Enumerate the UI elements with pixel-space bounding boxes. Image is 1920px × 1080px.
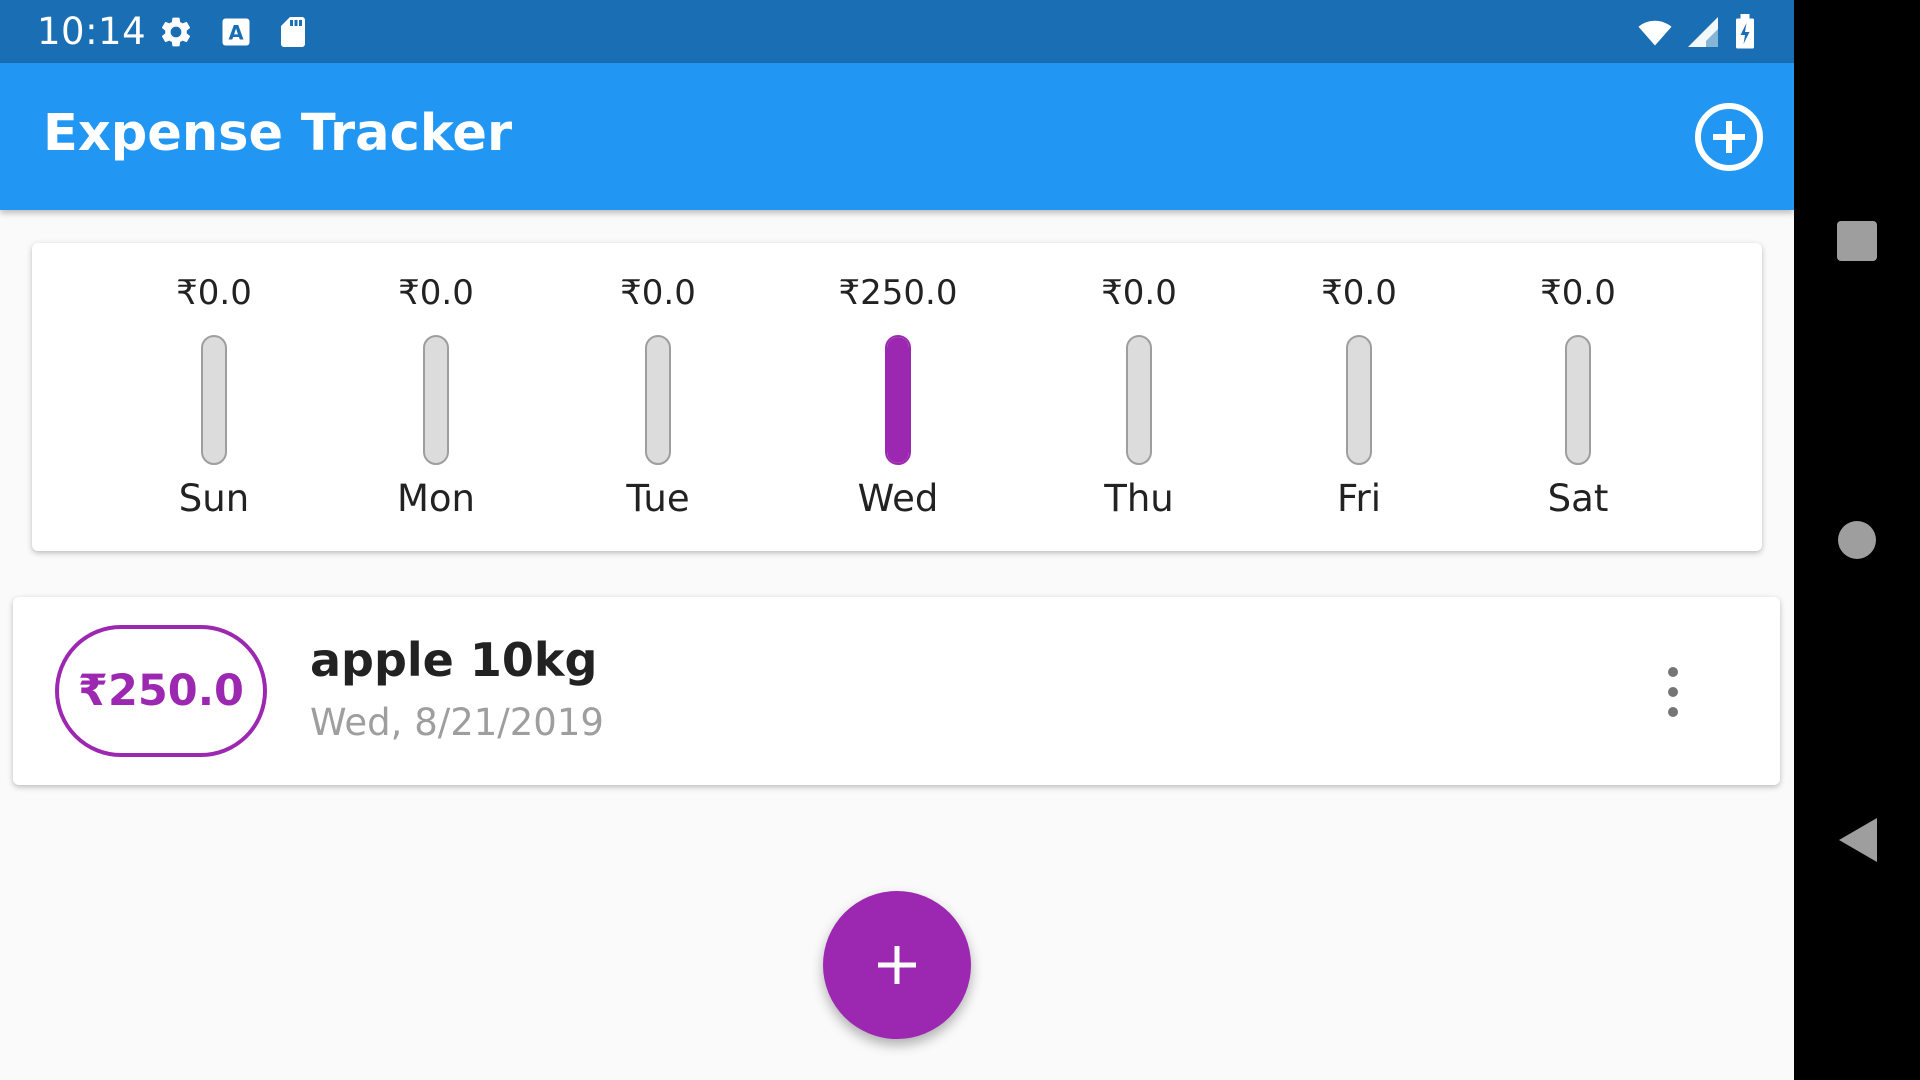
a-notification-icon: A xyxy=(218,14,254,50)
svg-text:A: A xyxy=(228,22,243,45)
recents-button[interactable] xyxy=(1794,181,1920,301)
day-label: Tue xyxy=(626,477,690,520)
day-amount: ₹0.0 xyxy=(1540,273,1616,313)
day-amount: ₹0.0 xyxy=(176,273,252,313)
sd-card-icon xyxy=(275,14,311,50)
day-label: Sun xyxy=(178,477,250,520)
back-button[interactable] xyxy=(1794,778,1920,898)
more-vert-icon[interactable] xyxy=(1663,667,1683,717)
wifi-icon xyxy=(1635,14,1672,50)
day-label: Fri xyxy=(1336,477,1382,520)
add-transaction-button[interactable] xyxy=(1693,101,1765,173)
day-amount: ₹0.0 xyxy=(398,273,474,313)
day-amount: ₹0.0 xyxy=(1321,273,1397,313)
day-column-sun: ₹0.0 Sun xyxy=(114,243,314,551)
day-bar-fill xyxy=(887,337,909,463)
app-title: Expense Tracker xyxy=(43,104,513,163)
day-label: Sat xyxy=(1547,477,1609,520)
transaction-amount-badge: ₹250.0 xyxy=(55,625,267,757)
day-column-fri: ₹0.0 Fri xyxy=(1259,243,1459,551)
day-bar xyxy=(645,335,671,465)
transaction-card[interactable]: ₹250.0 apple 10kg Wed, 8/21/2019 xyxy=(13,597,1780,785)
day-column-wed: ₹250.0 Wed xyxy=(798,243,998,551)
day-column-sat: ₹0.0 Sat xyxy=(1478,243,1678,551)
day-label: Thu xyxy=(1104,477,1174,520)
recents-icon xyxy=(1837,221,1877,261)
day-amount: ₹250.0 xyxy=(838,273,958,313)
day-column-tue: ₹0.0 Tue xyxy=(558,243,758,551)
settings-icon xyxy=(158,14,194,50)
back-icon xyxy=(1839,818,1877,862)
add-fab-button[interactable] xyxy=(823,891,971,1039)
status-bar: 10:14 A xyxy=(0,0,1794,63)
plus-icon xyxy=(878,946,916,984)
day-amount: ₹0.0 xyxy=(1101,273,1177,313)
day-bar xyxy=(1346,335,1372,465)
day-bar xyxy=(1565,335,1591,465)
app-bar: Expense Tracker xyxy=(0,63,1794,210)
day-bar xyxy=(1126,335,1152,465)
day-amount: ₹0.0 xyxy=(620,273,696,313)
weekly-chart-card: ₹0.0 Sun ₹0.0 Mon ₹0.0 Tue ₹250.0 Wed ₹0.0 Thu ₹0.… xyxy=(32,243,1762,551)
day-bar xyxy=(423,335,449,465)
home-icon xyxy=(1838,521,1876,559)
add-circle-icon xyxy=(1695,103,1763,171)
day-bar xyxy=(885,335,911,465)
transaction-amount: ₹250.0 xyxy=(78,666,244,716)
day-label: Mon xyxy=(396,477,475,520)
day-label: Wed xyxy=(857,477,939,520)
battery-charging-icon xyxy=(1732,14,1768,50)
status-time: 10:14 xyxy=(37,10,147,53)
home-button[interactable] xyxy=(1794,480,1920,600)
day-bar xyxy=(201,335,227,465)
day-column-thu: ₹0.0 Thu xyxy=(1039,243,1239,551)
navigation-bar xyxy=(1794,0,1920,1080)
transaction-date: Wed, 8/21/2019 xyxy=(310,701,604,744)
transaction-title: apple 10kg xyxy=(310,633,598,687)
day-column-mon: ₹0.0 Mon xyxy=(336,243,536,551)
signal-icon xyxy=(1685,14,1721,50)
app-screen: 10:14 A Expense Tracker ₹0.0 Sun ₹0.0 Mo… xyxy=(0,0,1794,1080)
